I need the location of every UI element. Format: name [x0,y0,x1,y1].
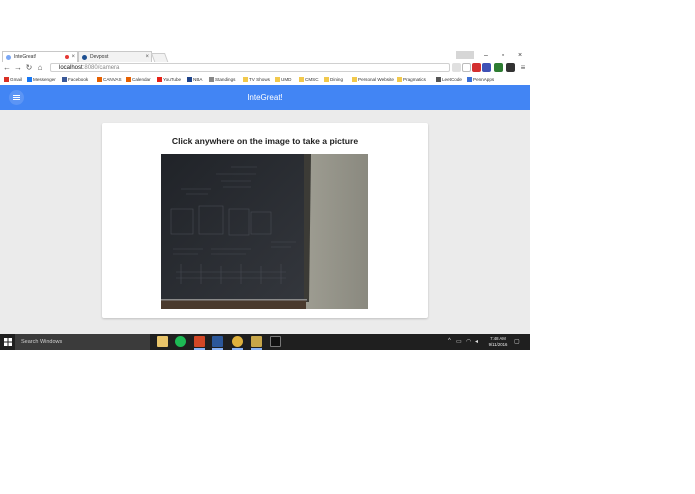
volume-icon[interactable]: ◂ [475,338,478,345]
integreat-favicon-icon [6,55,11,60]
home-icon[interactable]: ⌂ [35,62,45,74]
back-icon[interactable]: ← [2,62,12,74]
chrome-icon[interactable] [232,336,243,347]
bookmark-label: YouTube [163,77,182,82]
folder-icon [324,77,329,82]
tab-label: Devpost [90,54,109,60]
address-bar[interactable]: localhost:8080/camera [50,63,450,72]
forward-icon[interactable]: → [13,62,23,74]
bookmark-label: Facebook [68,77,89,82]
url-host: localhost [59,65,83,71]
adblock-icon[interactable] [472,63,481,72]
youtube-icon [157,77,162,82]
minimize-button[interactable]: – [480,51,492,61]
bookmark-pennapps[interactable]: PennApps [467,74,494,85]
bookmark-label: Gmail [10,77,22,82]
app-title: InteGreat! [247,93,283,102]
bookmark-label: CANVAS [103,77,122,82]
bookmark-umd[interactable]: UMD [275,74,291,85]
bookmark-label: NBA [193,77,203,82]
bookmark-pragmatics[interactable]: Pragmatics [397,74,426,85]
reload-icon[interactable]: ↻ [24,62,34,74]
bookmark-standings[interactable]: Standings [209,74,235,85]
folder-icon [299,77,304,82]
spotify-icon[interactable] [175,336,186,347]
bookmark-label: Dining [330,77,344,82]
bookmark-gmail[interactable]: Gmail [4,74,22,85]
folder-icon [275,77,280,82]
devpost-favicon-icon [82,55,87,60]
tab-integreat[interactable]: InteGreat! × [2,51,78,62]
bookmark-label: TV Shows [249,77,270,82]
folder-icon [243,77,248,82]
close-window-button[interactable]: × [514,51,526,61]
app-icon[interactable] [251,336,262,347]
bookmark-messenger[interactable]: Messenger [27,74,56,85]
bookmark-label: Messenger [33,77,56,82]
screen: InteGreat! × Devpost × – ▫ × ← → ↻ ⌂ loc… [0,0,530,350]
bookmark-leetcode[interactable]: LeetCode [436,74,462,85]
profile-button[interactable] [456,51,474,59]
folder-icon [397,77,402,82]
windows-search-box[interactable]: Search Windows [15,334,150,350]
bookmark-cmsc[interactable]: CMSC [299,74,319,85]
tray-chevron-icon[interactable]: ^ [448,338,451,344]
folder-icon [352,77,357,82]
bookmark-label: CMSC [305,77,319,82]
battery-icon[interactable]: ▭ [456,338,462,345]
standings-icon [209,77,214,82]
bookmark-canvas[interactable]: CANVAS [97,74,122,85]
leetcode-icon [436,77,441,82]
recording-icon [65,55,69,59]
extension-icon[interactable] [506,63,515,72]
messenger-icon [27,77,32,82]
bookmark-label: UMD [281,77,292,82]
cast-icon[interactable] [452,63,461,72]
bookmark-personal-website[interactable]: Personal Website [352,74,394,85]
bookmark-label: LeetCode [442,77,462,82]
facebook-icon [62,77,67,82]
canvas-icon [97,77,102,82]
hamburger-menu-button[interactable] [9,90,24,105]
bookmark-label: Pragmatics [403,77,426,82]
windows-start-icon[interactable] [3,337,13,347]
maximize-button[interactable]: ▫ [497,51,509,61]
bookmark-youtube[interactable]: YouTube [157,74,181,85]
nba-icon [187,77,192,82]
file-explorer-icon[interactable] [157,336,168,347]
tab-devpost[interactable]: Devpost × [78,51,152,62]
bookmark-label: Standings [215,77,236,82]
tab-label: InteGreat! [14,54,37,60]
windows-taskbar: Search Windows ^ ▭ ◠ ◂ 7:48 AM 9/11/2016… [0,334,530,350]
camera-card: Click anywhere on the image to take a pi… [102,123,428,318]
menu-icon[interactable]: ≡ [518,62,528,74]
word-icon[interactable] [212,336,223,347]
bookmark-calendar[interactable]: Calendar [126,74,151,85]
calendar-icon [126,77,131,82]
url-path: :8080/camera [82,65,120,71]
clock[interactable]: 7:48 AM 9/11/2016 [483,336,513,348]
bookmark-label: Personal Website [358,77,394,82]
bookmark-facebook[interactable]: Facebook [62,74,88,85]
bookmark-label: PennApps [473,77,495,82]
tab-strip: InteGreat! × Devpost × – ▫ × [0,0,530,64]
card-title: Click anywhere on the image to take a pi… [171,136,359,146]
wifi-icon[interactable]: ◠ [466,338,471,345]
pennapps-icon [467,77,472,82]
action-center-icon[interactable]: ▢ [514,338,520,345]
clock-date: 9/11/2016 [488,342,508,347]
evernote-icon[interactable] [494,63,503,72]
gmail-icon [4,77,9,82]
star-icon[interactable] [462,63,471,72]
app-bar: InteGreat! [0,85,530,110]
extension-icon[interactable] [482,63,491,72]
bookmark-nba[interactable]: NBA [187,74,202,85]
camera-feed[interactable] [161,154,368,309]
bookmark-tv-shows[interactable]: TV Shows [243,74,270,85]
powerpoint-icon[interactable] [194,336,205,347]
bookmark-dining[interactable]: Dining [324,74,343,85]
terminal-icon[interactable] [270,336,281,347]
bookmark-label: Calendar [132,77,151,82]
